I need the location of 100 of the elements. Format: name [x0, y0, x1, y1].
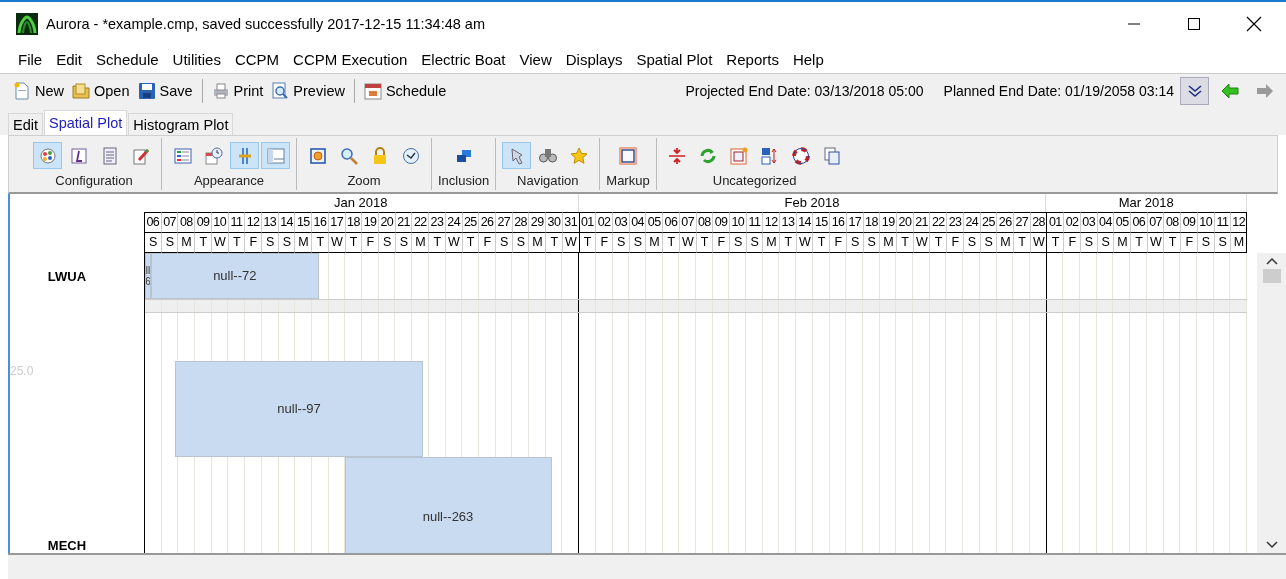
- date-header: 26: [478, 212, 495, 233]
- fit-frame-icon: [308, 146, 327, 165]
- toolbar-button[interactable]: Print: [208, 80, 267, 102]
- menu-item[interactable]: CCPM Execution: [287, 50, 416, 68]
- tab[interactable]: Histogram Plot: [128, 113, 234, 135]
- menu-item[interactable]: Help: [786, 50, 832, 68]
- date-header: 03: [611, 212, 629, 233]
- weekday-header: T: [545, 233, 562, 253]
- framed-box-icon: [619, 146, 637, 165]
- date-header: 19: [879, 212, 897, 233]
- menu-item[interactable]: Displays: [559, 50, 631, 68]
- lifebuoy-icon: [792, 146, 811, 165]
- palette-icon: [38, 146, 57, 165]
- refresh-icon: [699, 146, 718, 165]
- weekday-header: S: [745, 233, 763, 253]
- date-header: 21: [912, 212, 930, 233]
- weekday-header: T: [812, 233, 830, 253]
- toolbar-button[interactable]: Save: [134, 80, 196, 102]
- weekday-header: T: [1013, 233, 1030, 253]
- date-header: 29: [528, 212, 546, 233]
- weekday-header: T: [1130, 233, 1147, 253]
- compress-arrows-icon: [668, 146, 687, 165]
- scrollbar[interactable]: [1257, 253, 1286, 553]
- menu-item[interactable]: Spatial Plot: [630, 50, 721, 68]
- date-header: 07: [678, 212, 696, 233]
- date-header: 16: [311, 212, 328, 233]
- weekday-header: S: [1079, 233, 1097, 253]
- scroll-thumb[interactable]: [1262, 269, 1281, 283]
- nav-button[interactable]: [1180, 77, 1210, 105]
- weekday-header: M: [879, 233, 897, 253]
- date-header: 27: [494, 212, 512, 233]
- menu-item[interactable]: CCPM: [228, 50, 288, 68]
- ribbon-group-label: Appearance: [193, 173, 265, 188]
- minimize-icon: [1127, 22, 1141, 25]
- date-header: 04: [628, 212, 646, 233]
- date-header: 15: [294, 212, 312, 233]
- weekday-header: S: [628, 233, 646, 253]
- menu-item[interactable]: Utilities: [166, 50, 229, 68]
- menu-item[interactable]: Edit: [50, 50, 91, 68]
- date-header: 23: [428, 212, 445, 233]
- date-header: 10: [1196, 212, 1214, 233]
- ribbon-group-label: Inclusion: [438, 173, 490, 188]
- left-arrow-icon: [1220, 82, 1239, 100]
- weekday-header: T: [929, 233, 947, 253]
- menu-item[interactable]: Reports: [720, 50, 787, 68]
- date-header: 20: [896, 212, 913, 233]
- printer-icon: [211, 82, 230, 100]
- menu-item[interactable]: Schedule: [90, 50, 167, 68]
- date-header: 16: [829, 212, 846, 233]
- toolbar-button[interactable]: Open: [69, 80, 133, 102]
- clock-icon: [401, 146, 420, 165]
- tab[interactable]: Edit: [8, 113, 43, 135]
- weekday-header: M: [996, 233, 1013, 253]
- date-header: 22: [411, 212, 429, 233]
- date-header: 15: [812, 212, 830, 233]
- scroll-down-icon[interactable]: [1265, 541, 1278, 549]
- date-header: 08: [695, 212, 713, 233]
- ribbon-group-label: Uncategorized: [712, 173, 797, 188]
- date-header: 17: [845, 212, 863, 233]
- weekday-header: W: [1029, 233, 1047, 253]
- weekday-header: S: [862, 233, 880, 253]
- task-bar[interactable]: null--97: [175, 361, 423, 457]
- month-header: Jan 2018: [144, 194, 579, 212]
- toolbar-button[interactable]: New: [10, 80, 67, 102]
- maximize-icon: [1187, 16, 1201, 31]
- weekday-header: F: [1180, 233, 1197, 253]
- weekday-header: T: [461, 233, 479, 253]
- date-header: 20: [377, 212, 395, 233]
- date-header: 11: [1213, 212, 1231, 233]
- binoculars-icon: [538, 146, 557, 165]
- menu-item[interactable]: Electric Boat: [415, 50, 514, 68]
- date-header: 12: [244, 212, 261, 233]
- weekday-header: S: [1196, 233, 1214, 253]
- preview-icon: [271, 82, 290, 100]
- date-header: 25: [979, 212, 997, 233]
- weekday-header: F: [478, 233, 495, 253]
- date-header: 03: [1079, 212, 1097, 233]
- date-header: 10: [728, 212, 746, 233]
- menu-item[interactable]: View: [513, 50, 560, 68]
- row-label: MECH: [47, 538, 87, 553]
- month-header: Mar 2018: [1046, 194, 1247, 212]
- color-list-icon: [173, 146, 192, 165]
- task-bar[interactable]: null--263: [344, 457, 552, 553]
- panel-icon: [266, 146, 285, 165]
- toolbar-button[interactable]: Preview: [268, 80, 348, 102]
- weekday-header: S: [1096, 233, 1114, 253]
- menu-item[interactable]: File: [12, 50, 51, 68]
- month-header: Feb 2018: [578, 194, 1047, 212]
- weekday-header: F: [361, 233, 378, 253]
- window-title: Aurora - *example.cmp, saved successfully 2017-12-15 11:34:48 am: [46, 15, 486, 32]
- date-header: 28: [1029, 212, 1047, 233]
- weekday-header: S: [377, 233, 395, 253]
- scroll-up-icon[interactable]: [1265, 257, 1278, 265]
- close-icon: [1246, 15, 1262, 32]
- weekday-header: S: [979, 233, 997, 253]
- toolbar-button[interactable]: Schedule: [360, 80, 450, 102]
- date-header: 17: [327, 212, 345, 233]
- tab[interactable]: Spatial Plot: [44, 110, 128, 135]
- task-bar[interactable]: null--72: [151, 253, 319, 299]
- weekday-header: T: [1163, 233, 1181, 253]
